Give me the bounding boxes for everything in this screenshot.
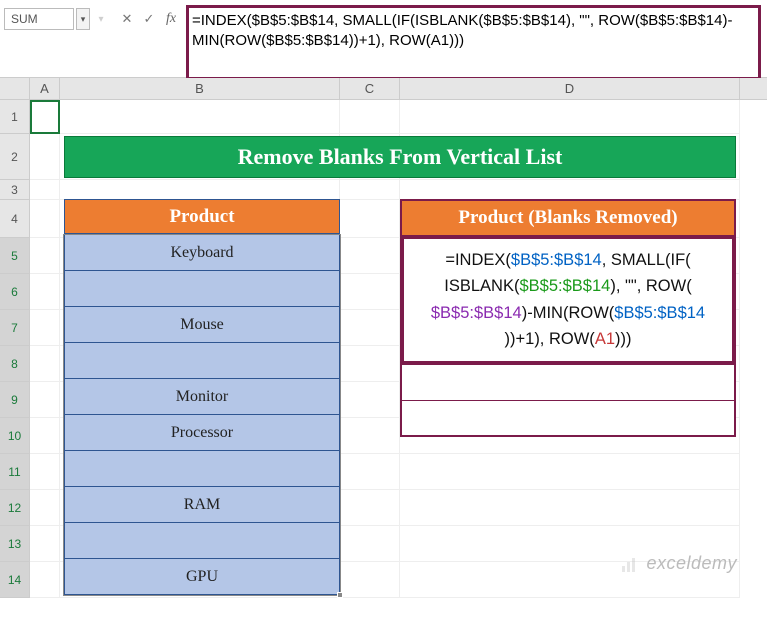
table-row[interactable]: Keyboard	[64, 235, 340, 271]
cell[interactable]	[30, 346, 60, 382]
row-header-6[interactable]: 6	[0, 274, 30, 310]
formula-cell[interactable]: =INDEX($B$5:$B$14, SMALL(IF( ISBLANK($B$…	[400, 235, 736, 365]
cell[interactable]	[60, 180, 340, 200]
cell[interactable]	[340, 238, 400, 274]
name-box-dropdown[interactable]: ▾	[76, 8, 90, 30]
row-header-9[interactable]: 9	[0, 382, 30, 418]
cell[interactable]	[30, 562, 60, 598]
table-row[interactable]	[64, 271, 340, 307]
cell[interactable]	[400, 526, 740, 562]
cell[interactable]	[30, 180, 60, 200]
row-header-3[interactable]: 3	[0, 180, 30, 200]
formula-bar[interactable]: =INDEX($B$5:$B$14, SMALL(IF(ISBLANK($B$5…	[192, 11, 755, 71]
cell[interactable]	[400, 490, 740, 526]
formula-row: SUM ▾ ▾ ✕ ✓ fx =INDEX($B$5:$B$14, SMALL(…	[0, 0, 767, 78]
grid: A B C D 1 2 3 4 5 6 7 8 9 10 11 12 13 14…	[0, 78, 767, 598]
cell[interactable]	[340, 274, 400, 310]
result-table: Product (Blanks Removed) =INDEX($B$5:$B$…	[400, 199, 736, 437]
name-box[interactable]: SUM	[4, 8, 74, 30]
cell[interactable]	[340, 490, 400, 526]
cell[interactable]	[400, 562, 740, 598]
cell[interactable]	[30, 310, 60, 346]
cell[interactable]	[340, 310, 400, 346]
cell[interactable]	[30, 274, 60, 310]
cell[interactable]	[30, 526, 60, 562]
formula-controls: ✕ ✓ fx	[116, 8, 182, 30]
row-header-10[interactable]: 10	[0, 418, 30, 454]
cell[interactable]	[30, 454, 60, 490]
table-row[interactable]: Processor	[64, 415, 340, 451]
expand-formula-icon[interactable]: ▾	[94, 8, 108, 30]
product-table: Product Keyboard Mouse Monitor Processor…	[64, 199, 340, 595]
table-row[interactable]	[400, 365, 736, 401]
col-header-c[interactable]: C	[340, 78, 400, 99]
cell[interactable]	[60, 100, 340, 134]
page-title: Remove Blanks From Vertical List	[64, 136, 736, 178]
cell[interactable]	[400, 454, 740, 490]
select-all-corner[interactable]	[0, 78, 30, 99]
fx-icon[interactable]: fx	[160, 8, 182, 30]
col-header-d[interactable]: D	[400, 78, 740, 99]
cell[interactable]	[30, 490, 60, 526]
row-header-2[interactable]: 2	[0, 134, 30, 180]
cell[interactable]	[340, 418, 400, 454]
table-row[interactable]	[400, 401, 736, 437]
product-header: Product	[64, 199, 340, 235]
cell[interactable]	[340, 100, 400, 134]
col-header-a[interactable]: A	[30, 78, 60, 99]
row-header-1[interactable]: 1	[0, 100, 30, 134]
result-header: Product (Blanks Removed)	[400, 199, 736, 235]
cell[interactable]	[400, 180, 740, 200]
cell[interactable]	[340, 200, 400, 238]
col-header-b[interactable]: B	[60, 78, 340, 99]
cell[interactable]	[340, 454, 400, 490]
row-header-5[interactable]: 5	[0, 238, 30, 274]
table-row[interactable]	[64, 343, 340, 379]
cell[interactable]	[30, 100, 60, 134]
row-header-4[interactable]: 4	[0, 200, 30, 238]
row-header-13[interactable]: 13	[0, 526, 30, 562]
table-row[interactable]	[64, 523, 340, 559]
table-row[interactable]	[64, 451, 340, 487]
table-row[interactable]: GPU	[64, 559, 340, 595]
cell[interactable]	[340, 382, 400, 418]
table-row[interactable]: Monitor	[64, 379, 340, 415]
cell[interactable]	[30, 134, 60, 180]
formula-bar-border: =INDEX($B$5:$B$14, SMALL(IF(ISBLANK($B$5…	[186, 5, 761, 80]
row-header-11[interactable]: 11	[0, 454, 30, 490]
cell[interactable]	[340, 526, 400, 562]
cell[interactable]	[400, 100, 740, 134]
cell[interactable]	[340, 180, 400, 200]
row-header-12[interactable]: 12	[0, 490, 30, 526]
cell[interactable]	[340, 562, 400, 598]
row-header-7[interactable]: 7	[0, 310, 30, 346]
row-header-14[interactable]: 14	[0, 562, 30, 598]
table-row[interactable]: Mouse	[64, 307, 340, 343]
cell[interactable]	[30, 418, 60, 454]
cell[interactable]	[30, 382, 60, 418]
cell[interactable]	[30, 200, 60, 238]
table-row[interactable]: RAM	[64, 487, 340, 523]
column-headers: A B C D	[0, 78, 767, 100]
confirm-icon[interactable]: ✓	[138, 8, 160, 30]
cell[interactable]	[30, 238, 60, 274]
cancel-icon[interactable]: ✕	[116, 8, 138, 30]
row-header-8[interactable]: 8	[0, 346, 30, 382]
cell[interactable]	[340, 346, 400, 382]
